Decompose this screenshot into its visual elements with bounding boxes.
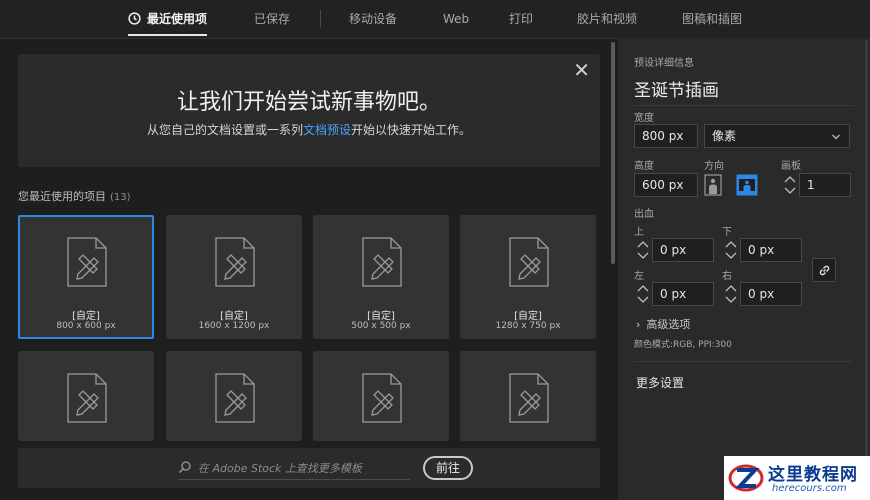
- recent-item-size: 500 x 500 px: [351, 321, 411, 331]
- advanced-options-label: 高级选项: [646, 318, 691, 331]
- tab-recent-label: 最近使用项: [147, 12, 208, 26]
- recent-item-card[interactable]: [313, 351, 449, 441]
- go-button[interactable]: 前往: [423, 456, 473, 480]
- artboards-stepper-icon[interactable]: [783, 173, 797, 197]
- banner-subtitle-start: 从您自己的文档设置或一系列: [146, 123, 303, 137]
- artboards-label: 画板: [781, 161, 801, 172]
- document-pencil-icon: [215, 237, 255, 287]
- document-pencil-icon: [67, 237, 107, 287]
- recent-item-name: [自定]: [514, 311, 542, 322]
- watermark-en-text: herecours.com: [772, 483, 847, 494]
- chevron-right-icon: ›: [636, 318, 641, 331]
- recent-item-name: [自定]: [72, 311, 100, 322]
- bleed-bottom-label: 下: [722, 227, 732, 238]
- advanced-options-toggle[interactable]: › 高级选项: [636, 316, 690, 332]
- preset-name-field[interactable]: 圣诞节插画: [634, 76, 854, 106]
- tab-print[interactable]: 打印: [509, 0, 533, 38]
- landscape-orientation-icon[interactable]: [736, 174, 758, 196]
- banner-title: 让我们开始尝试新事物吧。: [176, 90, 441, 115]
- document-presets-link[interactable]: 文档预设: [303, 123, 351, 137]
- link-bleed-button[interactable]: [812, 258, 836, 282]
- bleed-bottom-input[interactable]: 0 px: [740, 238, 802, 262]
- content-scrollbar[interactable]: [611, 42, 615, 264]
- recent-item-name: [自定]: [220, 311, 248, 322]
- recent-items-count: (13): [110, 192, 131, 203]
- bleed-right-stepper-icon[interactable]: [724, 282, 738, 306]
- artboards-input[interactable]: 1: [799, 173, 851, 197]
- document-pencil-icon: [215, 373, 255, 423]
- welcome-banner: ✕ 让我们开始尝试新事物吧。 从您自己的文档设置或一系列文档预设开始以快速开始工…: [18, 54, 600, 167]
- preset-details-panel: 预设详细信息 圣诞节插画 宽度 800 px 像素 高度 600 px 方向 画…: [618, 38, 870, 500]
- site-watermark: 这里教程网 herecours.com: [724, 456, 870, 500]
- recent-item-card[interactable]: [自定] 1600 x 1200 px: [166, 215, 302, 339]
- banner-subtitle-end: 开始以快速开始工作。: [351, 123, 472, 137]
- panel-scrollbar[interactable]: [865, 40, 868, 498]
- bleed-bottom-stepper-icon[interactable]: [724, 238, 738, 262]
- tab-divider: [320, 10, 321, 28]
- tab-art-illustration[interactable]: 图稿和插图: [682, 0, 742, 38]
- recent-item-name: [自定]: [367, 311, 395, 322]
- unit-select-value: 像素: [712, 129, 737, 143]
- color-mode-info: 颜色模式:RGB, PPI:300: [634, 340, 732, 350]
- document-pencil-icon: [67, 373, 107, 423]
- preset-details-heading: 预设详细信息: [634, 58, 694, 69]
- bleed-left-label: 左: [634, 271, 644, 282]
- bleed-top-stepper-icon[interactable]: [636, 238, 650, 262]
- tab-web[interactable]: Web: [443, 0, 469, 38]
- search-icon: [178, 461, 191, 474]
- recent-item-card[interactable]: [18, 351, 154, 441]
- recent-item-card[interactable]: [460, 351, 596, 441]
- height-input[interactable]: 600 px: [634, 173, 698, 197]
- unit-select[interactable]: 像素: [704, 124, 850, 148]
- orientation-label: 方向: [704, 161, 724, 172]
- recent-item-size: 1280 x 750 px: [495, 321, 561, 331]
- link-icon: [819, 265, 830, 276]
- document-pencil-icon: [362, 237, 402, 287]
- more-settings-button[interactable]: 更多设置: [636, 374, 684, 391]
- bleed-top-label: 上: [634, 227, 644, 238]
- chevron-down-icon: [832, 134, 840, 140]
- recent-items-label: 您最近使用的项目: [18, 190, 106, 203]
- bleed-top-input[interactable]: 0 px: [652, 238, 714, 262]
- recent-item-size: 1600 x 1200 px: [198, 321, 270, 331]
- document-pencil-icon: [509, 373, 549, 423]
- bleed-left-input[interactable]: 0 px: [652, 282, 714, 306]
- recent-item-card[interactable]: [自定] 500 x 500 px: [313, 215, 449, 339]
- stock-search-placeholder: 在 Adobe Stock 上查找更多模板: [198, 462, 362, 475]
- width-input[interactable]: 800 px: [634, 124, 698, 148]
- close-banner-button[interactable]: ✕: [573, 60, 590, 80]
- width-label: 宽度: [634, 113, 654, 124]
- tab-film-video[interactable]: 胶片和视频: [577, 0, 637, 38]
- portrait-orientation-icon[interactable]: [702, 174, 724, 196]
- watermark-cn-text: 这里教程网: [768, 465, 858, 485]
- document-pencil-icon: [509, 237, 549, 287]
- height-label: 高度: [634, 161, 654, 172]
- tab-saved[interactable]: 已保存: [254, 0, 290, 38]
- document-pencil-icon: [362, 373, 402, 423]
- watermark-logo-icon: [728, 464, 764, 492]
- panel-divider: [634, 361, 852, 362]
- stock-search-bar: 在 Adobe Stock 上查找更多模板 前往: [18, 448, 600, 488]
- recent-item-card[interactable]: [166, 351, 302, 441]
- bleed-left-stepper-icon[interactable]: [636, 282, 650, 306]
- recent-item-card[interactable]: [自定] 800 x 600 px: [18, 215, 154, 339]
- recent-items-heading: 您最近使用的项目 (13): [18, 188, 131, 204]
- clock-icon: [128, 12, 141, 25]
- bleed-right-label: 右: [722, 271, 732, 282]
- banner-subtitle: 从您自己的文档设置或一系列文档预设开始以快速开始工作。: [18, 121, 600, 138]
- close-icon: ✕: [573, 58, 590, 82]
- bleed-right-input[interactable]: 0 px: [740, 282, 802, 306]
- tab-mobile[interactable]: 移动设备: [349, 0, 397, 38]
- bleed-label: 出血: [634, 209, 654, 220]
- recent-item-card[interactable]: [自定] 1280 x 750 px: [460, 215, 596, 339]
- tab-recent[interactable]: 最近使用项: [128, 0, 208, 38]
- recent-item-size: 800 x 600 px: [56, 321, 116, 331]
- top-tab-bar: 最近使用项 已保存 移动设备 Web 打印 胶片和视频 图稿和插图: [0, 0, 870, 39]
